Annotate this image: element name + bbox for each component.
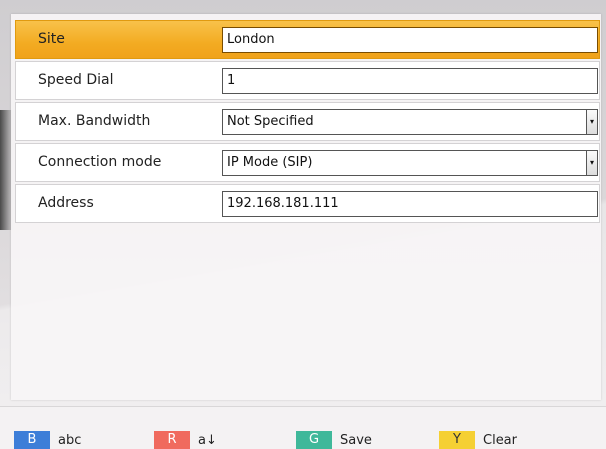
blue-key-badge: B <box>14 431 50 449</box>
yellow-key-badge: Y <box>439 431 475 449</box>
key-yellow[interactable]: Y Clear <box>439 431 517 449</box>
max-bandwidth-value: Not Specified <box>227 114 314 129</box>
speed-dial-input[interactable]: 1 <box>222 68 598 94</box>
address-label: Address <box>38 195 94 211</box>
max-bandwidth-select[interactable]: Not Specified ▾ <box>222 109 598 135</box>
site-label: Site <box>38 31 65 47</box>
green-key-badge: G <box>296 431 332 449</box>
form-row-connection-mode[interactable]: Connection mode IP Mode (SIP) ▾ <box>15 143 600 182</box>
connection-mode-select[interactable]: IP Mode (SIP) ▾ <box>222 150 598 176</box>
site-entry-form: Site London Speed Dial 1 Max. Bandwidth … <box>15 20 600 225</box>
remote-key-guide: B abc R a↓ G Save Y Clear <box>0 406 606 449</box>
form-row-max-bandwidth[interactable]: Max. Bandwidth Not Specified ▾ <box>15 102 600 141</box>
max-bandwidth-label: Max. Bandwidth <box>38 113 151 129</box>
key-blue[interactable]: B abc <box>14 431 81 449</box>
connection-mode-value: IP Mode (SIP) <box>227 155 313 170</box>
chevron-down-icon[interactable]: ▾ <box>586 109 598 135</box>
form-row-site[interactable]: Site London <box>15 20 600 59</box>
blue-key-label: abc <box>58 432 82 448</box>
green-key-label: Save <box>340 432 372 448</box>
red-key-label: a↓ <box>198 432 217 448</box>
speed-dial-label: Speed Dial <box>38 72 114 88</box>
key-green[interactable]: G Save <box>296 431 372 449</box>
yellow-key-label: Clear <box>483 432 517 448</box>
site-input[interactable]: London <box>222 27 598 53</box>
form-row-speed-dial[interactable]: Speed Dial 1 <box>15 61 600 100</box>
connection-mode-label: Connection mode <box>38 154 162 170</box>
chevron-down-icon[interactable]: ▾ <box>586 150 598 176</box>
red-key-badge: R <box>154 431 190 449</box>
form-row-address[interactable]: Address 192.168.181.111 <box>15 184 600 223</box>
address-input[interactable]: 192.168.181.111 <box>222 191 598 217</box>
key-red[interactable]: R a↓ <box>154 431 217 449</box>
